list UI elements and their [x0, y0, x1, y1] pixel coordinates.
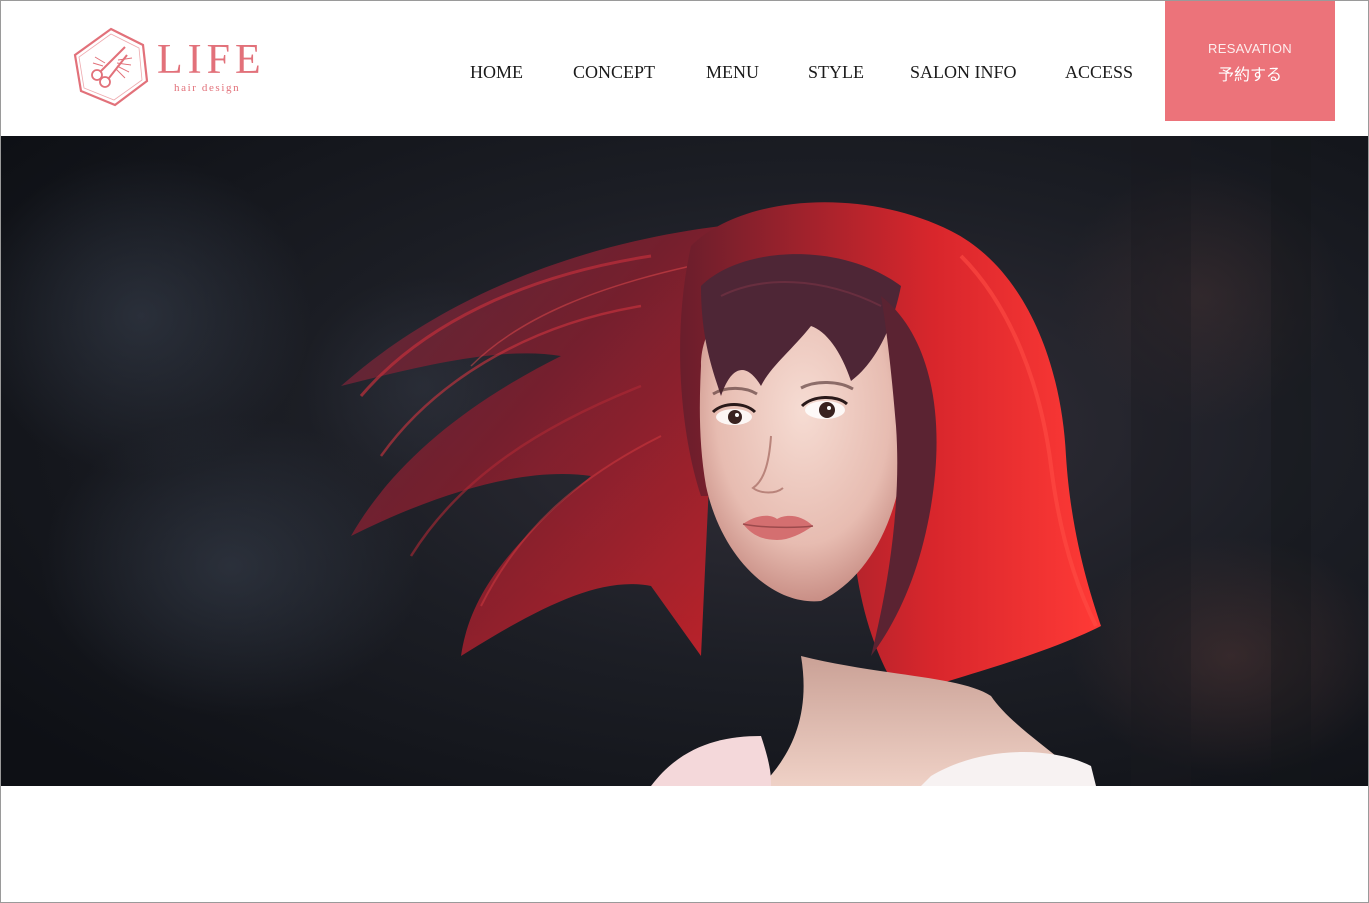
reservation-label-en: RESAVATION [1208, 41, 1292, 56]
main-nav: HOME CONCEPT MENU STYLE SALON INFO ACCES… [1, 1, 1161, 136]
reservation-label-jp: 予約する [1217, 65, 1282, 84]
content-area [1, 786, 1368, 902]
nav-item-style[interactable]: STYLE [808, 61, 864, 83]
page: LIFE hair design HOME CONCEPT MENU STYLE… [0, 0, 1369, 903]
reservation-button[interactable]: RESAVATION 予約する [1165, 1, 1335, 121]
nav-item-home[interactable]: HOME [470, 61, 523, 83]
nav-item-concept[interactable]: CONCEPT [573, 61, 655, 83]
nav-item-menu[interactable]: MENU [706, 61, 759, 83]
nav-item-salon-info[interactable]: SALON INFO [910, 61, 1017, 83]
nav-item-access[interactable]: ACCESS [1065, 61, 1133, 83]
hero-banner [1, 136, 1368, 786]
site-header: LIFE hair design HOME CONCEPT MENU STYLE… [1, 1, 1368, 136]
hero-photo [1, 136, 1368, 786]
